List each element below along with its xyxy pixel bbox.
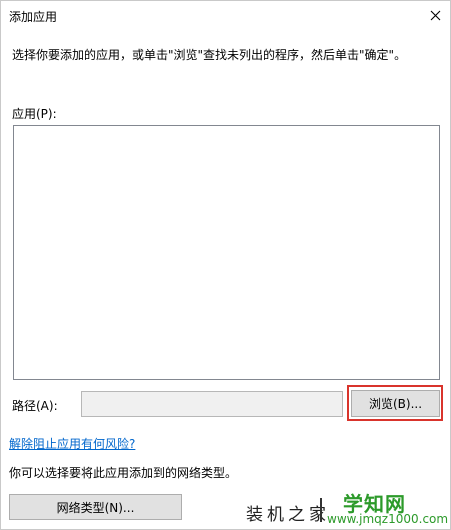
window-title: 添加应用 xyxy=(9,10,58,24)
close-button[interactable] xyxy=(420,1,450,29)
close-icon xyxy=(430,10,440,20)
browse-button[interactable]: 浏览(B)... xyxy=(351,390,440,417)
apps-label: 应用(P): xyxy=(12,107,57,121)
risk-link[interactable]: 解除阻止应用有何风险? xyxy=(9,435,135,452)
watermark-text: 装机之家 xyxy=(246,505,330,525)
instruction-text: 选择你要添加的应用，或单击"浏览"查找未列出的程序，然后单击"确定"。 xyxy=(12,48,407,62)
title-bar: 添加应用 xyxy=(1,1,450,29)
add-app-dialog: 添加应用 选择你要添加的应用，或单击"浏览"查找未列出的程序，然后单击"确定"。… xyxy=(0,0,451,530)
network-type-button[interactable]: 网络类型(N)... xyxy=(9,494,182,520)
watermark-url: www.jmqz1000.com xyxy=(327,512,449,526)
path-input[interactable] xyxy=(81,391,343,417)
watermark-divider xyxy=(320,498,322,522)
network-hint: 你可以选择要将此应用添加到的网络类型。 xyxy=(9,466,238,480)
path-label: 路径(A): xyxy=(12,399,58,413)
apps-list[interactable] xyxy=(13,125,440,380)
